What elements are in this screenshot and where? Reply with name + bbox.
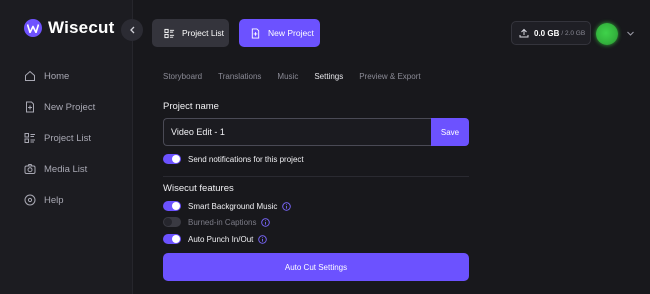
info-icon[interactable] — [282, 201, 292, 211]
smart-music-label: Smart Background Music — [188, 201, 278, 211]
brand-name: Wisecut — [48, 18, 115, 37]
sidebar: Wisecut Home New Project Project List Me… — [0, 0, 133, 294]
info-icon[interactable] — [258, 234, 268, 244]
sidebar-item-label: Help — [44, 194, 64, 206]
toggle-knob — [172, 202, 180, 210]
tab-translations[interactable]: Translations — [218, 72, 261, 81]
wisecut-logo-icon — [24, 19, 42, 37]
sidebar-item-label: Home — [44, 70, 70, 82]
home-icon — [24, 70, 36, 82]
sidebar-item-label: New Project — [44, 101, 96, 113]
sidebar-item-media-list[interactable]: Media List — [24, 161, 95, 177]
tab-preview-export[interactable]: Preview & Export — [359, 72, 420, 81]
help-circle-icon — [24, 194, 36, 206]
new-project-button-label: New Project — [268, 28, 314, 38]
divider — [163, 176, 469, 177]
camera-icon — [24, 163, 36, 175]
project-name-title: Project name — [163, 101, 219, 112]
features-title: Wisecut features — [163, 183, 234, 194]
project-name-input[interactable] — [163, 118, 433, 146]
sidebar-item-label: Project List — [44, 132, 91, 144]
sidebar-item-new-project[interactable]: New Project — [24, 99, 95, 115]
toggle-knob — [164, 218, 172, 226]
notify-toggle[interactable] — [163, 154, 181, 164]
captions-toggle[interactable] — [163, 217, 181, 227]
project-list-button[interactable]: Project List — [152, 19, 229, 47]
upload-icon — [519, 28, 529, 38]
smart-music-toggle[interactable] — [163, 201, 181, 211]
list-icon — [164, 28, 175, 39]
sidebar-item-label: Media List — [44, 163, 88, 175]
file-plus-icon — [250, 27, 261, 39]
toggle-knob — [172, 155, 180, 163]
tab-settings[interactable]: Settings — [314, 72, 343, 81]
sidebar-item-project-list[interactable]: Project List — [24, 130, 95, 146]
chevron-left-icon — [129, 26, 136, 34]
sidebar-nav: Home New Project Project List Media List… — [24, 68, 95, 223]
notify-toggle-row: Send notifications for this project — [163, 154, 304, 164]
sidebar-collapse-button[interactable] — [121, 19, 143, 41]
info-icon[interactable] — [261, 217, 271, 227]
tab-music[interactable]: Music — [277, 72, 298, 81]
notify-label: Send notifications for this project — [188, 154, 304, 164]
file-plus-icon — [24, 101, 36, 113]
tab-storyboard[interactable]: Storyboard — [163, 72, 202, 81]
toggle-knob — [172, 235, 180, 243]
punch-toggle[interactable] — [163, 234, 181, 244]
chevron-down-icon[interactable] — [626, 29, 635, 38]
punch-label: Auto Punch In/Out — [188, 234, 254, 244]
project-list-button-label: Project List — [182, 28, 225, 38]
feature-row-captions: Burned-in Captions — [163, 217, 271, 227]
sidebar-item-home[interactable]: Home — [24, 68, 95, 84]
list-icon — [24, 132, 36, 144]
storage-indicator[interactable]: 0.0 GB / 2.0 GB — [511, 21, 591, 45]
captions-label: Burned-in Captions — [188, 217, 257, 227]
avatar[interactable] — [596, 23, 618, 45]
save-button[interactable]: Save — [431, 118, 469, 146]
feature-row-smart-music: Smart Background Music — [163, 201, 292, 211]
sidebar-item-help[interactable]: Help — [24, 192, 95, 208]
auto-cut-settings-button[interactable]: Auto Cut Settings — [163, 253, 469, 281]
editor-tabs: Storyboard Translations Music Settings P… — [163, 72, 437, 81]
new-project-button[interactable]: New Project — [239, 19, 320, 47]
logo[interactable]: Wisecut — [24, 18, 114, 38]
storage-used: 0.0 GB — [534, 28, 560, 38]
feature-row-punch: Auto Punch In/Out — [163, 234, 268, 244]
storage-total: / 2.0 GB — [561, 29, 586, 37]
